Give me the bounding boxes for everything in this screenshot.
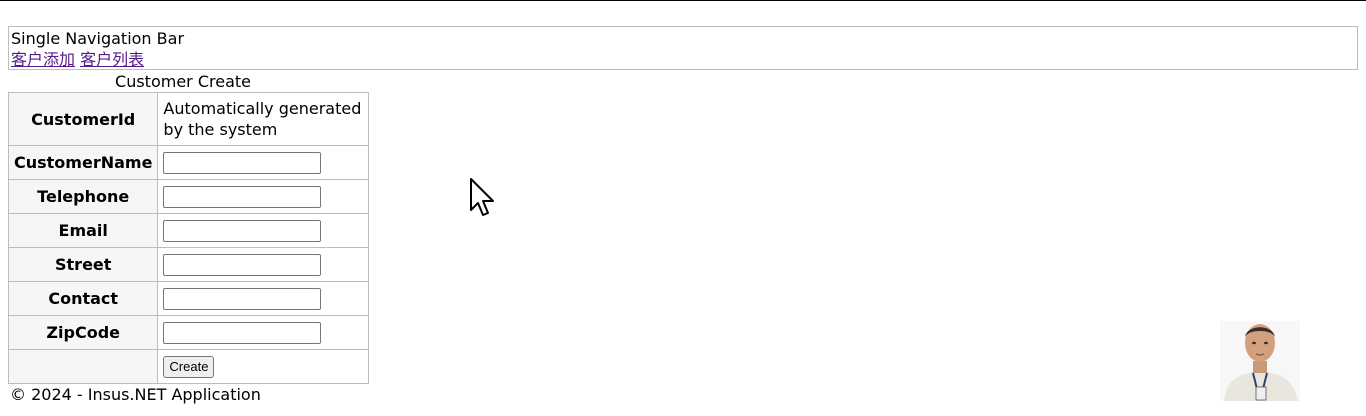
form-row-email: Email	[7, 213, 370, 248]
nav-title: Single Navigation Bar	[11, 29, 185, 48]
nav-link-customer-list[interactable]: 客户列表	[80, 50, 144, 69]
nav-link-customer-add[interactable]: 客户添加	[11, 50, 75, 69]
form-row-street: Street	[7, 247, 370, 282]
telephone-input[interactable]	[163, 185, 322, 208]
form-caption: Customer Create	[115, 72, 251, 91]
contact-input[interactable]	[163, 287, 322, 310]
form-row-customer-id: CustomerId Automatically generated by th…	[7, 92, 370, 146]
customer-name-input[interactable]	[163, 151, 322, 174]
page: Single Navigation Bar 客户添加 客户列表 Customer…	[0, 0, 1366, 416]
field-label-zip-code: ZipCode	[7, 315, 159, 350]
presenter-webcam	[1220, 321, 1300, 401]
email-input[interactable]	[163, 219, 322, 242]
field-label-customer-id: CustomerId	[7, 92, 159, 146]
form-row-telephone: Telephone	[7, 179, 370, 214]
form-row-zip-code: ZipCode	[7, 315, 370, 350]
create-button[interactable]: Create	[163, 355, 215, 378]
footer-copyright: © 2024 - Insus.NET Application	[10, 385, 261, 404]
presenter-image	[1220, 321, 1300, 401]
navigation-bar: Single Navigation Bar 客户添加 客户列表	[8, 26, 1358, 70]
field-label-street: Street	[7, 247, 159, 282]
zip-code-input[interactable]	[163, 321, 322, 344]
field-label-contact: Contact	[7, 281, 159, 316]
pointer-arrow-icon	[470, 178, 494, 216]
field-label-customer-name: CustomerName	[7, 145, 159, 180]
form-row-contact: Contact	[7, 281, 370, 316]
form-row-customer-name: CustomerName	[7, 145, 370, 180]
customer-create-form: CustomerId Automatically generated by th…	[7, 92, 370, 384]
form-row-submit: Create	[7, 349, 370, 384]
field-label-telephone: Telephone	[7, 179, 159, 214]
street-input[interactable]	[163, 253, 322, 276]
field-label-email: Email	[7, 213, 159, 248]
customer-id-value: Automatically generated by the system	[157, 92, 370, 146]
nav-links: 客户添加 客户列表	[11, 49, 1355, 70]
